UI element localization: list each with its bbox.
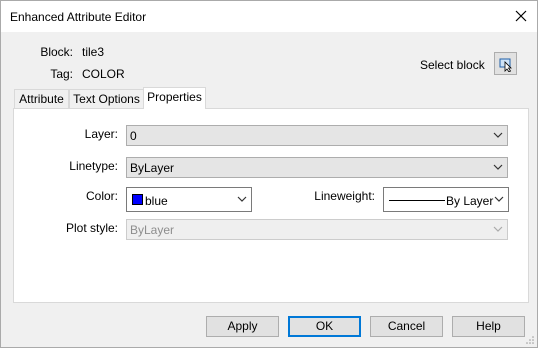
help-button[interactable]: Help <box>452 316 525 337</box>
plotstyle-value: ByLayer <box>130 223 175 237</box>
title-bar: Enhanced Attribute Editor <box>1 1 537 32</box>
dialog-window: Enhanced Attribute Editor Block: tile3 T… <box>0 0 538 348</box>
chevron-down-icon <box>493 226 503 232</box>
lineweight-select[interactable]: By Layer <box>383 187 509 212</box>
close-icon <box>515 10 527 22</box>
plotstyle-select: ByLayer <box>126 219 508 240</box>
chevron-down-icon <box>237 196 247 202</box>
tag-value: COLOR <box>82 67 125 81</box>
apply-button[interactable]: Apply <box>206 316 279 337</box>
window-title: Enhanced Attribute Editor <box>10 10 147 24</box>
chevron-down-icon <box>493 164 503 170</box>
tag-label: Tag: <box>50 67 73 81</box>
lineweight-label: Lineweight: <box>314 189 375 203</box>
tab-attribute[interactable]: Attribute <box>14 89 69 109</box>
color-value: blue <box>145 194 168 208</box>
linetype-label: Linetype: <box>69 159 118 173</box>
block-value: tile3 <box>82 45 105 59</box>
select-block-button[interactable] <box>494 52 517 75</box>
select-block-icon <box>499 58 512 72</box>
linetype-select[interactable]: ByLayer <box>126 157 508 178</box>
chevron-down-icon <box>493 132 503 138</box>
color-label: Color: <box>85 189 118 203</box>
tab-text-options[interactable]: Text Options <box>69 89 144 109</box>
plotstyle-label: Plot style: <box>65 221 118 235</box>
lineweight-line <box>389 200 445 201</box>
ok-button[interactable]: OK <box>288 316 361 337</box>
resize-grip-icon[interactable] <box>525 335 535 345</box>
cancel-button[interactable]: Cancel <box>370 316 443 337</box>
select-block-label: Select block <box>420 58 485 72</box>
layer-select[interactable]: 0 <box>126 125 508 146</box>
lineweight-value: By Layer <box>446 194 494 208</box>
close-button[interactable] <box>506 4 536 28</box>
chevron-down-icon <box>494 196 504 202</box>
layer-label: Layer: <box>84 127 118 141</box>
color-select[interactable]: blue <box>126 187 252 212</box>
block-label: Block: <box>40 45 73 59</box>
linetype-value: ByLayer <box>130 161 175 175</box>
layer-value: 0 <box>130 129 137 143</box>
tab-properties[interactable]: Properties <box>143 87 206 109</box>
color-swatch <box>132 194 143 205</box>
